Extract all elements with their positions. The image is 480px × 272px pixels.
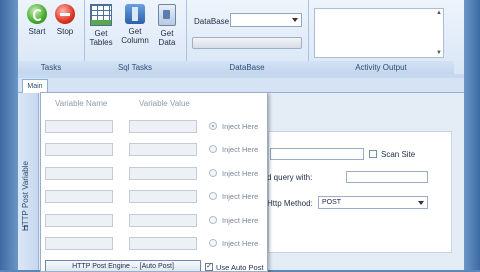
get-data-button[interactable]: Get Data	[152, 4, 182, 47]
stop-button[interactable]: Stop	[50, 4, 80, 36]
variable-row: Inject Here	[41, 143, 267, 159]
variable-value-input[interactable]	[129, 237, 197, 250]
inject-radio[interactable]	[209, 216, 217, 224]
start-label: Start	[28, 27, 46, 36]
variable-name-input[interactable]	[45, 143, 113, 156]
inject-label: Inject Here	[222, 122, 259, 131]
variable-name-input[interactable]	[45, 214, 113, 227]
variable-name-input[interactable]	[45, 167, 113, 180]
variable-name-input[interactable]	[45, 120, 113, 133]
variable-row: Inject Here	[41, 214, 267, 230]
activity-output-box[interactable]: ▲ ▼	[314, 8, 444, 58]
stop-icon	[55, 4, 75, 24]
start-button[interactable]: Start	[22, 4, 52, 36]
ribbon-group-tasks: Start Stop Tasks	[18, 0, 85, 74]
variable-name-header: Variable Name	[55, 99, 108, 108]
variable-row: Inject Here	[41, 167, 267, 183]
start-icon	[27, 4, 47, 24]
variable-row: Inject Here	[41, 120, 267, 136]
sql-tasks-group-label: Sql Tasks	[84, 61, 186, 74]
use-auto-post-label: Use Auto Post	[216, 263, 264, 272]
http-method-value: POST	[322, 199, 342, 206]
scan-site-checkbox[interactable]	[369, 150, 377, 158]
scroll-up-icon[interactable]: ▲	[436, 10, 442, 16]
scan-site-label: Scan Site	[381, 150, 416, 159]
ribbon-group-activity: ▲ ▼ Activity Output	[308, 0, 454, 74]
database-select[interactable]	[230, 13, 302, 27]
url-input[interactable]	[270, 148, 364, 160]
inject-label: Inject Here	[222, 169, 259, 178]
ribbon: Start Stop Tasks Get Tables Get Column G…	[18, 0, 464, 75]
variable-value-input[interactable]	[129, 214, 197, 227]
inject-radio[interactable]	[209, 145, 217, 153]
side-tab-http-post-variable[interactable]: ⊐ HTTP Post Variable	[18, 93, 39, 270]
side-tab-label: HTTP Post Variable	[21, 161, 30, 231]
ribbon-group-sql-tasks: Get Tables Get Column Get Data Sql Tasks	[84, 0, 187, 74]
tab-bar: Main	[18, 78, 464, 93]
inject-label: Inject Here	[222, 192, 259, 201]
variable-row: Inject Here	[41, 190, 267, 206]
variable-value-header: Variable Value	[139, 99, 190, 108]
query-input[interactable]	[346, 171, 428, 183]
query-label: d query with:	[267, 173, 313, 182]
variable-value-input[interactable]	[129, 143, 197, 156]
stop-label: Stop	[56, 27, 74, 36]
get-column-label: Get Column	[121, 27, 149, 45]
http-post-engine-button[interactable]: HTTP Post Engine ... [Auto Post]	[45, 260, 201, 271]
inject-label: Inject Here	[222, 216, 259, 225]
database-group-label: DataBase	[186, 61, 308, 74]
get-tables-label: Get Tables	[89, 29, 113, 47]
tasks-group-label: Tasks	[18, 61, 84, 74]
variable-value-input[interactable]	[129, 190, 197, 203]
variable-name-input[interactable]	[45, 190, 113, 203]
inject-radio[interactable]	[209, 192, 217, 200]
column-icon	[125, 4, 145, 24]
data-icon	[158, 4, 176, 26]
get-data-label: Get Data	[158, 29, 176, 47]
variable-row: Inject Here	[41, 237, 267, 253]
window-frame-left	[0, 0, 18, 270]
variable-name-input[interactable]	[45, 237, 113, 250]
variable-value-input[interactable]	[129, 167, 197, 180]
inject-label: Inject Here	[222, 239, 259, 248]
inject-label: Inject Here	[222, 145, 259, 154]
inject-radio[interactable]	[209, 169, 217, 177]
http-method-select[interactable]: POST	[318, 196, 428, 209]
http-method-label: Http Method:	[267, 199, 313, 208]
window-frame-right	[464, 0, 480, 270]
ribbon-group-database: DataBase DataBase	[186, 0, 309, 74]
scroll-down-icon[interactable]: ▼	[436, 50, 442, 56]
variable-value-input[interactable]	[129, 120, 197, 133]
database-field-label: DataBase	[194, 17, 230, 26]
get-tables-button[interactable]: Get Tables	[86, 4, 116, 47]
table-icon	[90, 4, 112, 26]
chevron-down-icon	[292, 18, 298, 22]
activity-group-label: Activity Output	[308, 61, 454, 74]
progress-bar	[192, 37, 302, 49]
chevron-down-icon	[418, 201, 424, 205]
http-post-variable-panel: Variable Name Variable Value Inject Here…	[40, 92, 268, 272]
inject-radio[interactable]	[209, 122, 217, 130]
get-column-button[interactable]: Get Column	[120, 4, 150, 45]
inject-radio[interactable]	[209, 239, 217, 247]
tab-main[interactable]: Main	[22, 79, 48, 93]
